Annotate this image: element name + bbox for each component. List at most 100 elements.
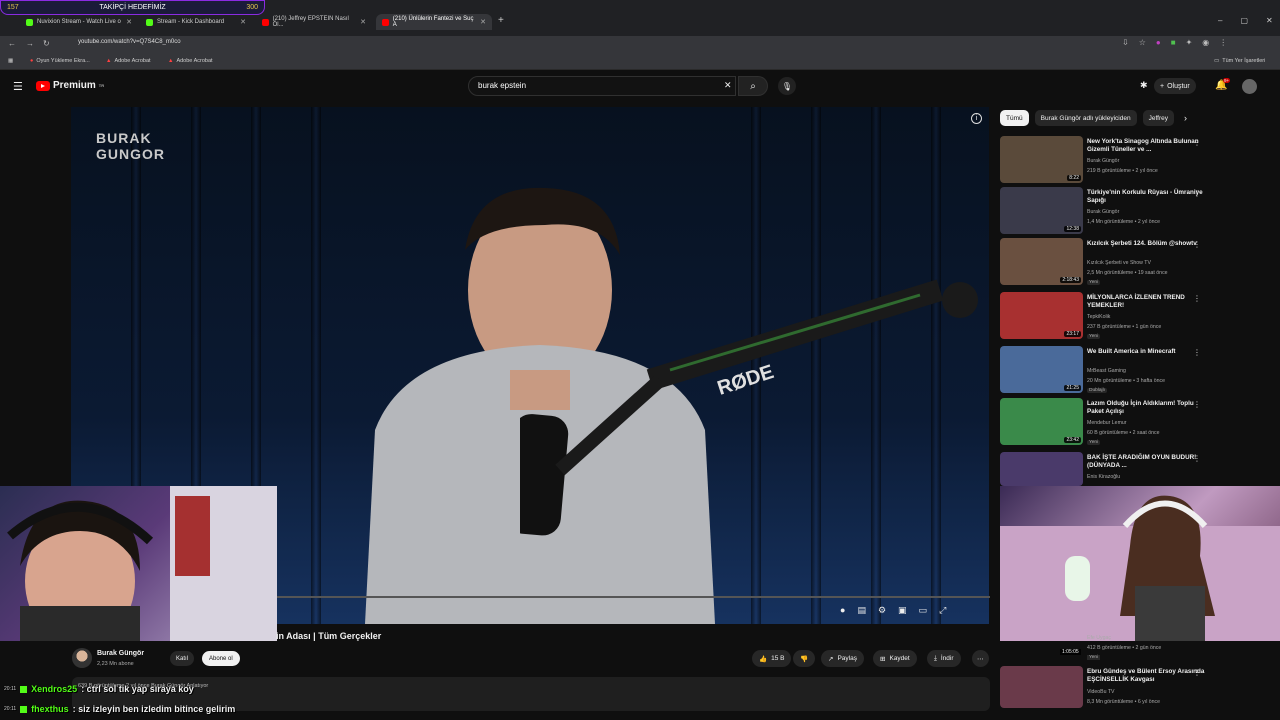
- rec-channel[interactable]: VideoBu TV: [1087, 689, 1115, 695]
- tab-epstein[interactable]: (210) Jeffrey EPSTEIN Nasıl Öl... ✕: [256, 14, 372, 30]
- avatar[interactable]: [1242, 79, 1257, 94]
- maximize-icon[interactable]: ▢: [1240, 16, 1248, 25]
- chip-from-uploader[interactable]: Burak Güngör adlı yükleyiciden: [1034, 110, 1137, 126]
- create-button[interactable]: + Oluştur: [1154, 78, 1196, 94]
- rec-channel[interactable]: Burak Güngör: [1087, 209, 1119, 215]
- like-button[interactable]: 👍 15 B: [752, 650, 792, 667]
- chat-text: : siz izleyin ben izledim bitince geliri…: [72, 704, 236, 714]
- channel-name[interactable]: Burak Güngör: [97, 650, 144, 657]
- more-options-icon[interactable]: ⋮: [1193, 668, 1201, 677]
- extension-icon[interactable]: ●: [1156, 38, 1161, 47]
- close-tab-icon[interactable]: ✕: [126, 18, 132, 26]
- chevron-right-icon[interactable]: ›: [1184, 113, 1187, 123]
- subtitles-icon[interactable]: ▤: [857, 605, 866, 616]
- video-thumbnail[interactable]: 2:18:43: [1000, 238, 1083, 285]
- more-options-icon[interactable]: ⋮: [1193, 189, 1201, 198]
- rec-channel[interactable]: Mendebur Lemur: [1087, 420, 1127, 426]
- video-thumbnail[interactable]: [1000, 666, 1083, 708]
- menu-dots-icon[interactable]: ⋮: [1219, 38, 1227, 47]
- follower-goal-target: 300: [246, 4, 258, 11]
- bookmark-item[interactable]: ▲ Adobe Acrobat: [106, 58, 151, 64]
- hamburger-menu-icon[interactable]: ☰: [13, 80, 23, 93]
- video-thumbnail[interactable]: 8:22: [1000, 136, 1083, 183]
- fullscreen-icon[interactable]: ⤢: [939, 605, 946, 616]
- rec-channel[interactable]: Kızılcık Şerbeti ve Show TV: [1087, 260, 1151, 266]
- rec-channel[interactable]: Burak Güngör: [1087, 158, 1119, 164]
- url-field[interactable]: youtube.com/watch?v=Q7S4C8_m0co: [78, 39, 181, 45]
- rec-title[interactable]: Ebru Gündeş ve Bülent Ersoy Arasında EŞC…: [1087, 668, 1205, 684]
- progress-bar[interactable]: [276, 596, 990, 598]
- tab-nuvixion[interactable]: Nuvixion Stream - Watch Live o ✕: [20, 14, 138, 30]
- rec-channel[interactable]: MrBeast Gaming: [1087, 368, 1126, 374]
- close-tab-icon[interactable]: ✕: [240, 18, 246, 26]
- share-button[interactable]: ↗ Paylaş: [821, 650, 864, 667]
- settings-gear-icon[interactable]: ⚙: [878, 605, 886, 616]
- save-button[interactable]: ⊞ Kaydet: [873, 650, 917, 667]
- rec-title[interactable]: Kızılcık Şerbeti 124. Bölüm @showtv: [1087, 240, 1205, 248]
- gear-icon[interactable]: ✱: [1140, 80, 1148, 91]
- search-input[interactable]: burak epstein: [468, 76, 736, 96]
- miniplayer-icon[interactable]: ▣: [898, 605, 907, 616]
- voice-search-button[interactable]: 🎙: [778, 77, 796, 95]
- all-bookmarks[interactable]: ▭ Tüm Yer İşaretleri: [1214, 58, 1265, 64]
- chip-jeffrey[interactable]: Jeffrey: [1142, 110, 1174, 126]
- chip-all[interactable]: Tümü: [1000, 110, 1029, 126]
- autoplay-toggle-icon[interactable]: ●: [840, 605, 845, 615]
- back-icon[interactable]: ←: [8, 39, 16, 48]
- rec-title[interactable]: New York'ta Sinagog Altında Bulunan Gize…: [1087, 138, 1205, 154]
- install-icon[interactable]: ⇩: [1122, 38, 1129, 47]
- recommendation-item[interactable]: 12:38 Türkiye'nin Korkulu Rüyası - Ümran…: [1000, 187, 1215, 237]
- clear-search-icon[interactable]: ✕: [724, 80, 732, 91]
- join-button[interactable]: Katıl: [170, 651, 195, 666]
- rec-title[interactable]: Lazım Olduğu İçin Aldıklarım! Toplu Pake…: [1087, 400, 1205, 416]
- tab-kick-dashboard[interactable]: Stream - Kick Dashboard ✕: [140, 14, 252, 30]
- tab-active-video[interactable]: (210) Ünlülerin Fantezi ve Suç A ✕: [376, 14, 492, 30]
- profile-icon[interactable]: ◉: [1202, 38, 1209, 47]
- cast-icon[interactable]: ▭: [919, 605, 928, 616]
- more-options-icon[interactable]: ⋮: [1193, 348, 1201, 357]
- extension-icon[interactable]: ■: [1171, 38, 1176, 47]
- video-thumbnail[interactable]: [1000, 452, 1083, 486]
- more-options-icon[interactable]: ⋮: [1193, 294, 1201, 303]
- bookmark-star-icon[interactable]: ☆: [1139, 38, 1146, 47]
- apps-grid-icon[interactable]: ▦: [8, 58, 13, 64]
- more-options-icon[interactable]: ⋮: [1193, 138, 1201, 147]
- minimize-icon[interactable]: –: [1218, 16, 1222, 25]
- more-actions-button[interactable]: ⋯: [972, 650, 989, 667]
- recommendation-item[interactable]: 21:25 We Built America in Minecraft MrBe…: [1000, 346, 1215, 396]
- video-thumbnail[interactable]: 12:38: [1000, 187, 1083, 234]
- rec-title[interactable]: BAK İŞTE ARADIĞIM OYUN BUDUR! (DÜNYADA .…: [1087, 454, 1205, 470]
- recommendation-item[interactable]: 8:22 New York'ta Sinagog Altında Bulunan…: [1000, 136, 1215, 186]
- video-thumbnail[interactable]: 21:25: [1000, 346, 1083, 393]
- rec-channel[interactable]: TepkiKolik: [1087, 314, 1110, 320]
- extensions-puzzle-icon[interactable]: ✦: [1186, 38, 1193, 47]
- close-tab-icon[interactable]: ✕: [360, 18, 366, 26]
- rec-channel[interactable]: Efe Uygaç: [1087, 635, 1111, 641]
- more-options-icon[interactable]: ⋮: [1193, 240, 1201, 249]
- download-button[interactable]: ⤓ İndir: [927, 650, 961, 667]
- youtube-logo[interactable]: Premium TR: [36, 80, 104, 91]
- rec-title[interactable]: MİLYONLARCA İZLENEN TREND YEMEKLER!: [1087, 294, 1205, 310]
- subscribe-button[interactable]: Abone ol: [202, 651, 240, 666]
- new-tab-button[interactable]: +: [498, 15, 504, 26]
- reload-icon[interactable]: ↻: [43, 39, 50, 48]
- rec-channel[interactable]: Enis Kirazoğlu: [1087, 474, 1120, 480]
- forward-icon[interactable]: →: [26, 39, 34, 48]
- video-thumbnail[interactable]: 23:42: [1000, 398, 1083, 445]
- video-thumbnail[interactable]: 23:17: [1000, 292, 1083, 339]
- recommendation-item[interactable]: 23:42 Lazım Olduğu İçin Aldıklarım! Topl…: [1000, 398, 1215, 448]
- dislike-button[interactable]: 👎: [793, 650, 816, 667]
- close-window-icon[interactable]: ✕: [1266, 16, 1273, 25]
- rec-title[interactable]: Türkiye'nin Korkulu Rüyası - Ümraniye Sa…: [1087, 189, 1205, 205]
- close-tab-icon[interactable]: ✕: [480, 18, 486, 26]
- more-options-icon[interactable]: ⋮: [1193, 454, 1201, 463]
- recommendation-item[interactable]: 23:17 MİLYONLARCA İZLENEN TREND YEMEKLER…: [1000, 292, 1215, 342]
- search-button[interactable]: ⌕: [738, 76, 768, 96]
- bookmark-item[interactable]: ● Oyun Yükleme Ekra...: [30, 58, 90, 64]
- bookmark-item[interactable]: ▲ Adobe Acrobat: [168, 58, 213, 64]
- rec-title[interactable]: We Built America in Minecraft: [1087, 348, 1205, 356]
- recommendation-item[interactable]: 2:18:43 Kızılcık Şerbeti 124. Bölüm @sho…: [1000, 238, 1215, 288]
- more-options-icon[interactable]: ⋮: [1193, 400, 1201, 409]
- info-icon[interactable]: i: [971, 113, 982, 124]
- channel-avatar[interactable]: [72, 648, 92, 668]
